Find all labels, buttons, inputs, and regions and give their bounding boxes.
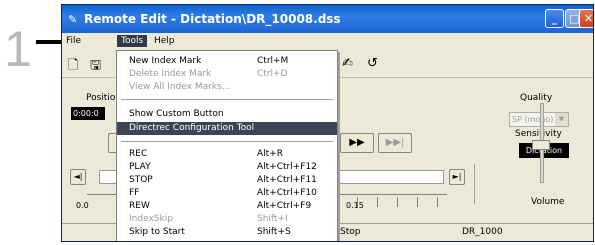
title-bar: ✎ Remote Edit - Dictation\DR_10008.dss _… (62, 5, 593, 33)
menu-item-delete-index-mark: Delete Index Mark Ctrl+D (129, 69, 288, 79)
pen-icon: ✎ (68, 13, 78, 26)
menu-item-rec[interactable]: REC Alt+R (117, 148, 337, 160)
position-label: Positio (86, 93, 116, 103)
window-title: Remote Edit - Dictation\DR_10008.dss (84, 12, 341, 26)
volume-slider-thumb[interactable] (532, 140, 550, 150)
new-file-icon[interactable]: 🗋 (68, 56, 78, 78)
edit-icon[interactable]: ✍ (342, 56, 353, 71)
quality-value: SP (mono) (512, 115, 554, 124)
menu-help[interactable]: Help (154, 36, 175, 46)
menu-item-skip-to-start[interactable]: Skip to Start Shift+S (117, 226, 337, 238)
menu-separator (121, 141, 333, 142)
menu-item-indexskip: IndexSkip Shift+I (129, 214, 288, 224)
close-button[interactable]: ✕ (579, 9, 593, 28)
position-display: 0:00:0 (71, 107, 105, 120)
menu-tools[interactable]: Tools (117, 35, 148, 47)
chevron-down-icon: ▼ (555, 113, 568, 126)
menu-file[interactable]: File (66, 36, 81, 46)
skip-end-button[interactable]: ▶▶| (378, 133, 412, 153)
timeline-mark-label: 0.15 (346, 201, 364, 210)
quality-label: Quality (520, 93, 553, 103)
menu-item-view-all-index-marks: View All Index Marks... (129, 82, 231, 92)
save-icon[interactable]: 🖫 (90, 56, 101, 78)
undo-icon[interactable]: ↺ (367, 56, 378, 71)
status-state: Stop (340, 227, 361, 237)
menu-item-stop[interactable]: STOP Alt+Ctrl+F11 (117, 174, 337, 186)
volume-label: Volume (531, 197, 565, 207)
menu-item-directrec-configuration-tool[interactable]: Directrec Configuration Tool (117, 122, 337, 135)
menu-item-ff[interactable]: FF Alt+Ctrl+F10 (117, 187, 337, 199)
step-number: 1 (4, 21, 32, 77)
menu-bar: File Tools Help (62, 33, 593, 51)
remote-edit-window: ✎ Remote Edit - Dictation\DR_10008.dss _… (61, 4, 594, 242)
quality-select[interactable]: SP (mono) ▼ (509, 112, 569, 127)
timeline-start-label: 0.0 (76, 201, 89, 210)
menu-item-new-index-mark[interactable]: New Index Mark Ctrl+M (117, 55, 337, 67)
minimize-button[interactable]: _ (545, 9, 564, 28)
menu-separator (121, 99, 333, 100)
sensitivity-label: Sensitivity (515, 129, 562, 139)
level-meter (474, 164, 475, 204)
tools-menu-dropdown: New Index Mark Ctrl+M Delete Index Mark … (116, 50, 338, 241)
prev-index-button[interactable]: ◄| (70, 169, 86, 185)
status-file: DR_1000 (462, 227, 503, 237)
menu-item-play[interactable]: PLAY Alt+Ctrl+F12 (117, 161, 337, 173)
next-index-button[interactable]: ►| (449, 169, 465, 185)
menu-item-show-custom-button[interactable]: Show Custom Button (117, 108, 337, 120)
ff-button[interactable]: ▶▶ (340, 133, 374, 153)
menu-item-rew[interactable]: REW Alt+Ctrl+F9 (117, 200, 337, 212)
